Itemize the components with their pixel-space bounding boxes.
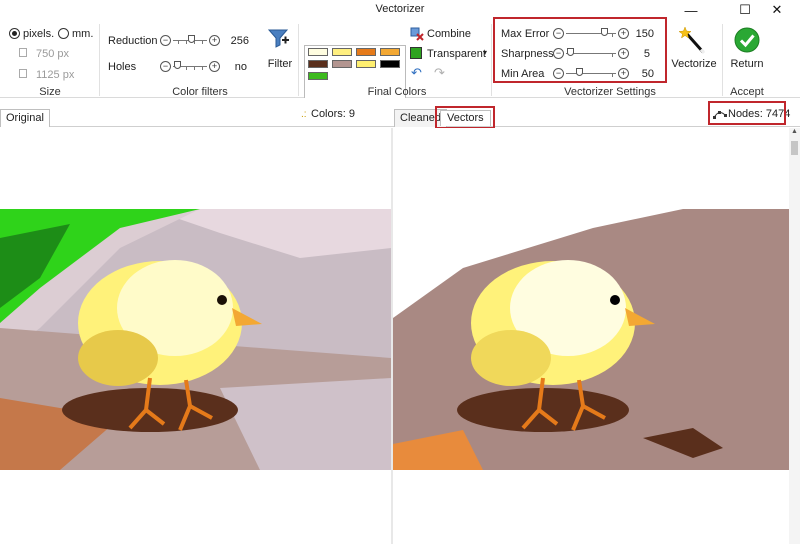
- holes-plus-button[interactable]: +: [209, 61, 220, 72]
- slider-tick: [186, 67, 187, 70]
- title-bar: Vectorizer — ☐ ✕: [0, 0, 800, 20]
- color-swatch[interactable]: [380, 60, 400, 68]
- vectors-image-pane: [393, 128, 789, 544]
- close-button[interactable]: ✕: [754, 0, 800, 20]
- slider-tick: [202, 67, 203, 70]
- color-swatch[interactable]: [332, 48, 352, 56]
- color-swatch[interactable]: [356, 48, 376, 56]
- transparent-color-swatch[interactable]: [410, 47, 422, 59]
- checkmark-icon[interactable]: [734, 27, 760, 53]
- reduction-slider-thumb[interactable]: [188, 35, 195, 43]
- combine-icon: [410, 27, 424, 41]
- color-filters-group-label: Color filters: [172, 86, 228, 98]
- separator: [298, 24, 299, 96]
- vectorizer-settings-group-label: Vectorizer Settings: [564, 86, 656, 98]
- vectorizer-settings-highlight: [493, 17, 667, 83]
- redo-icon[interactable]: ↷: [434, 65, 445, 81]
- filter-funnel-icon[interactable]: [267, 27, 291, 51]
- separator: [722, 24, 723, 96]
- color-swatch[interactable]: [308, 60, 328, 68]
- tab-strip: Original .: Colors: 9 Cleaned Vectors No…: [0, 98, 800, 129]
- holes-slider-thumb[interactable]: [174, 61, 181, 69]
- reduction-plus-button[interactable]: +: [209, 35, 220, 46]
- separator: [99, 24, 100, 96]
- slider-tick: [194, 67, 195, 70]
- width-field[interactable]: 750 px: [36, 48, 69, 60]
- slider-tick: [202, 41, 203, 44]
- scroll-up-arrow-icon[interactable]: ▲: [789, 128, 800, 138]
- reduction-minus-button[interactable]: −: [160, 35, 171, 46]
- combine-button[interactable]: Combine: [427, 28, 471, 40]
- nodes-count-highlight: [708, 101, 786, 125]
- color-swatch[interactable]: [308, 72, 328, 80]
- color-swatch[interactable]: [308, 48, 328, 56]
- chick-vector-image: [393, 209, 789, 470]
- minimize-button[interactable]: —: [668, 0, 714, 20]
- slider-tick: [178, 41, 179, 44]
- holes-minus-button[interactable]: −: [160, 61, 171, 72]
- unit-mm-label: mm.: [72, 28, 94, 40]
- reduction-label: Reduction: [108, 35, 158, 47]
- unit-pixels-label: pixels.: [23, 28, 55, 40]
- chick-original-image: [0, 209, 391, 470]
- filter-button[interactable]: Filter: [264, 58, 296, 70]
- magic-wand-icon[interactable]: [679, 26, 707, 54]
- undo-icon[interactable]: ↶: [411, 65, 422, 81]
- original-image-pane: [0, 128, 391, 544]
- scrollbar-thumb[interactable]: [791, 141, 798, 155]
- palette-dots-icon: .:: [301, 109, 307, 120]
- tab-original[interactable]: Original: [0, 109, 50, 127]
- transparent-dropdown-arrow-icon[interactable]: ▾: [483, 48, 487, 57]
- separator: [491, 24, 492, 96]
- color-swatch[interactable]: [332, 60, 352, 68]
- height-field[interactable]: 1125 px: [36, 69, 74, 81]
- vectorize-button[interactable]: Vectorize: [670, 58, 718, 70]
- size-group-label: Size: [39, 86, 61, 98]
- vectors-tab-highlight: [435, 106, 495, 129]
- reduction-value: 256: [230, 35, 249, 47]
- slider-tick: [186, 41, 187, 44]
- width-icon: [19, 48, 27, 57]
- color-swatch[interactable]: [356, 60, 376, 68]
- height-icon: [19, 69, 27, 78]
- ribbon: pixels. mm. 750 px 1125 px Size Reductio…: [0, 17, 800, 99]
- holes-value: no: [234, 61, 247, 73]
- color-swatch[interactable]: [380, 48, 400, 56]
- final-colors-group-label: Final Colors: [367, 86, 427, 98]
- vertical-scrollbar[interactable]: ▲: [789, 128, 800, 544]
- transparent-button[interactable]: Transparent: [427, 48, 486, 60]
- return-button[interactable]: Return: [727, 58, 767, 70]
- accept-group-label: Accept: [730, 86, 764, 98]
- holes-label: Holes: [108, 61, 137, 73]
- colors-count: Colors: 9: [311, 108, 356, 120]
- unit-pixels-radio[interactable]: [9, 28, 20, 39]
- unit-mm-radio[interactable]: [58, 28, 69, 39]
